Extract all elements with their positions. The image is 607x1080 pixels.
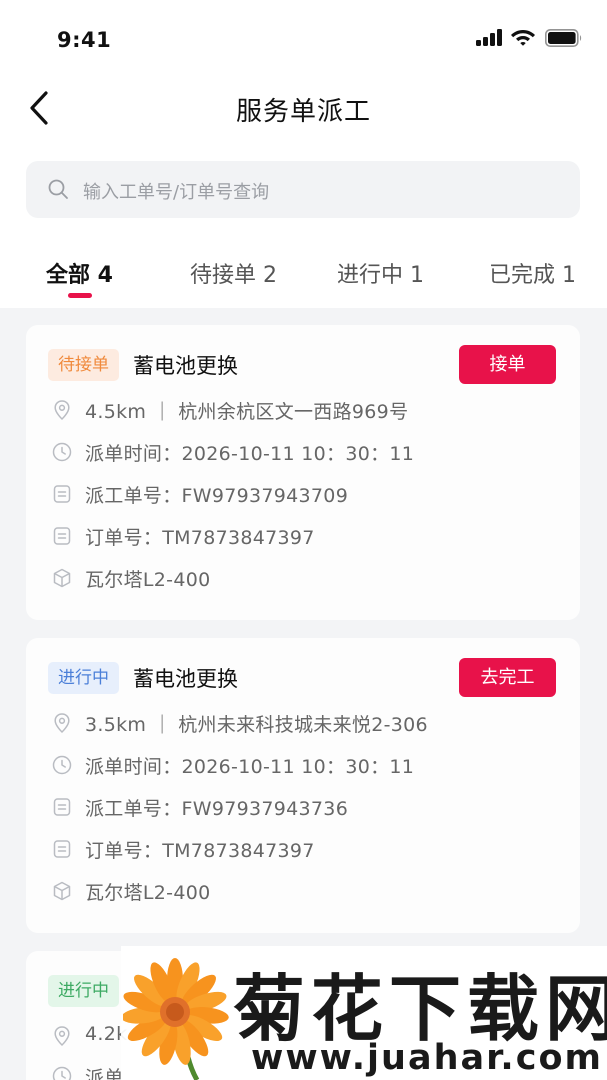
tab-in-progress[interactable]: 进行中 1 [337, 257, 424, 289]
package-icon [53, 568, 71, 588]
signal-icon [476, 29, 504, 46]
tab-all[interactable]: 全部 4 [46, 257, 113, 289]
accept-order-button[interactable]: 接单 [459, 345, 556, 384]
tab-pending[interactable]: 待接单 2 [190, 257, 277, 289]
order-number-text: 订单号：TM7873847397 [85, 527, 315, 549]
product-text: 瓦尔塔L2-400 [85, 569, 211, 591]
dispatch-time-text: 派单 [85, 1067, 124, 1080]
clock-icon [52, 1066, 72, 1080]
battery-icon [545, 29, 582, 47]
location-pin-icon [54, 400, 70, 421]
search-input[interactable]: 输入工单号/订单号查询 [26, 161, 580, 218]
location-text: 4.5km ｜ 杭州余杭区文一西路969号 [85, 401, 409, 423]
clock-icon [52, 442, 72, 462]
document-icon [53, 527, 71, 545]
watermark: 菊花下载网 www.juahar.com [121, 946, 607, 1080]
watermark-url: www.juahar.com [251, 1038, 603, 1078]
status-time: 9:41 [57, 28, 112, 52]
status-badge: 进行中 [48, 975, 119, 1007]
work-number-text: 派工单号：FW97937943736 [85, 798, 349, 820]
document-icon [53, 798, 71, 816]
product-text: 瓦尔塔L2-400 [85, 882, 211, 904]
search-icon [48, 179, 68, 199]
flower-logo-icon [123, 958, 229, 1080]
clock-icon [52, 755, 72, 775]
location-text: 3.5km ｜ 杭州未来科技城未来悦2-306 [85, 714, 428, 736]
dispatch-time-text: 派单时间：2026-10-11 10：30：11 [85, 443, 415, 465]
complete-work-button[interactable]: 去完工 [459, 658, 556, 697]
search-placeholder: 输入工单号/订单号查询 [83, 182, 270, 203]
dispatch-time-text: 派单时间：2026-10-11 10：30：11 [85, 756, 415, 778]
document-icon [53, 485, 71, 503]
tab-active-indicator [68, 293, 92, 298]
location-pin-icon [54, 1026, 70, 1047]
order-title: 蓄电池更换 [133, 667, 238, 691]
tab-completed[interactable]: 已完成 1 [489, 257, 576, 289]
status-badge: 待接单 [48, 349, 119, 381]
order-title: 蓄电池更换 [133, 354, 238, 378]
order-card[interactable]: 待接单 蓄电池更换 接单 4.5km ｜ 杭州余杭区文一西路969号 派单时间：… [26, 325, 580, 620]
order-number-text: 订单号：TM7873847397 [85, 840, 315, 862]
document-icon [53, 840, 71, 858]
wifi-icon [511, 30, 535, 46]
package-icon [53, 881, 71, 901]
status-badge: 进行中 [48, 662, 119, 694]
work-number-text: 派工单号：FW97937943709 [85, 485, 349, 507]
page-title: 服务单派工 [235, 97, 371, 127]
location-pin-icon [54, 713, 70, 734]
order-card[interactable]: 进行中 蓄电池更换 去完工 3.5km ｜ 杭州未来科技城未来悦2-306 派单… [26, 638, 580, 933]
